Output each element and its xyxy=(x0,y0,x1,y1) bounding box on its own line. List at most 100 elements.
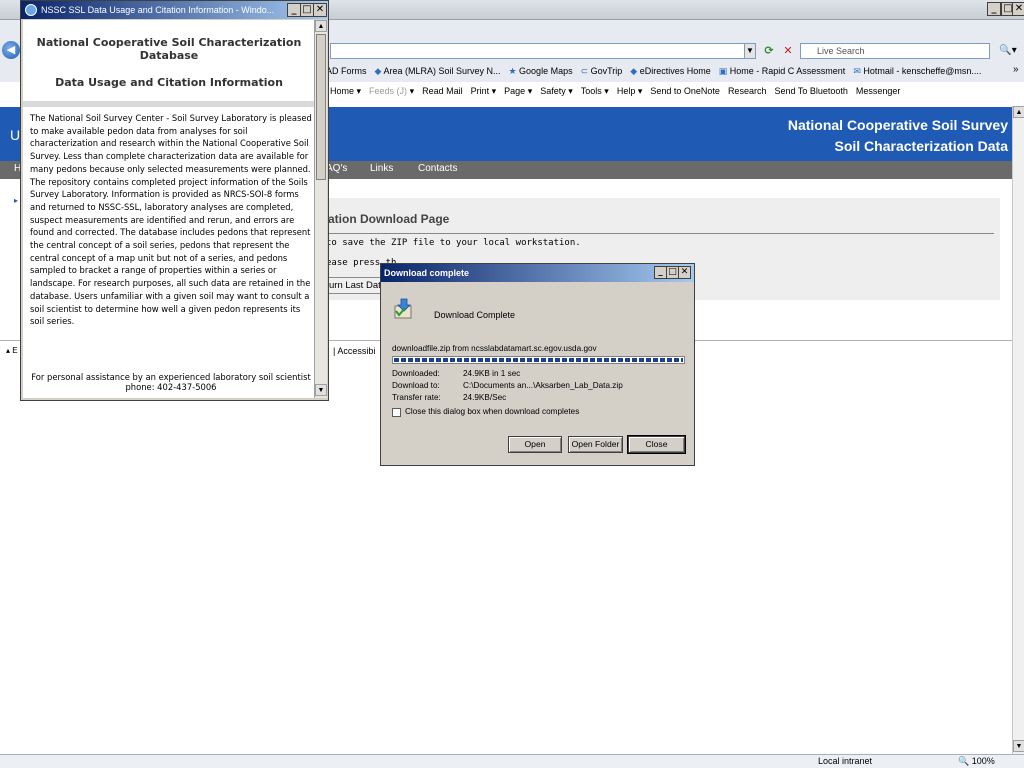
chevron-down-icon: ▾ xyxy=(489,86,497,96)
address-dropdown-button[interactable]: ▼ xyxy=(744,43,756,59)
refresh-button[interactable]: ⟳ xyxy=(761,43,777,59)
command-button-label: Send To Bluetooth xyxy=(774,86,848,96)
back-button[interactable]: ◀ xyxy=(2,41,20,59)
favorite-link-label: Home - Rapid C Assessment xyxy=(729,66,846,76)
favorite-link-label: Area (MLRA) Soil Survey N... xyxy=(383,66,501,76)
command-button[interactable]: Tools ▾ xyxy=(581,86,609,96)
chevron-down-icon: ▾ xyxy=(601,86,609,96)
command-button-label: Safety xyxy=(540,86,566,96)
command-button[interactable]: Research xyxy=(728,86,767,96)
download-source-text: downloadfile.zip from ncsslabdatamart.sc… xyxy=(392,344,597,353)
heading-divider xyxy=(324,233,994,234)
nav-item-faqs[interactable]: AQ's xyxy=(326,163,347,174)
security-zone: Local intranet xyxy=(818,756,873,766)
close-dialog-button[interactable]: Close xyxy=(627,435,686,454)
site-title-line2: Soil Characterization Data xyxy=(834,138,1009,154)
citation-minimize-button[interactable]: _ xyxy=(287,3,301,17)
favorites-overflow-chevron[interactable]: » xyxy=(1013,64,1019,75)
command-button-label: Help xyxy=(616,86,636,96)
citation-content: National Cooperative Soil Characterizati… xyxy=(23,20,315,398)
downloaded-value: 24.9KB in 1 sec xyxy=(463,369,521,378)
search-input[interactable]: Live Search xyxy=(800,43,990,59)
download-progress-fill xyxy=(394,358,683,362)
close-on-complete-checkbox[interactable] xyxy=(392,408,401,417)
command-button[interactable]: Safety ▾ xyxy=(540,86,573,96)
favorite-link[interactable]: ◆ eDirectives Home xyxy=(630,66,710,76)
favorite-link[interactable]: ★ Google Maps xyxy=(508,66,572,76)
command-button[interactable]: Read Mail xyxy=(422,86,463,96)
nav-item-links[interactable]: Links xyxy=(370,163,393,174)
download-complete-icon xyxy=(394,298,412,319)
favorite-link-label: Hotmail - kenscheffe@msn.... xyxy=(863,66,982,76)
open-button[interactable]: Open xyxy=(508,436,562,453)
download-status-heading: Download Complete xyxy=(434,310,516,320)
command-button[interactable]: Home ▾ xyxy=(330,86,361,96)
citation-scroll-down-arrow[interactable]: ▼ xyxy=(315,384,327,396)
citation-heading: National Cooperative Soil Characterizati… xyxy=(36,36,302,62)
chevron-down-icon: ▾ xyxy=(525,86,533,96)
command-button-label: Feeds (J) xyxy=(369,86,408,96)
page-heading: ation Download Page xyxy=(328,212,450,226)
downloaded-label: Downloaded: xyxy=(392,369,440,378)
command-button-label: Home xyxy=(330,86,355,96)
command-button[interactable]: Send to OneNote xyxy=(650,86,720,96)
command-button[interactable]: Print ▾ xyxy=(471,86,497,96)
search-go-button[interactable]: 🔍▾ xyxy=(996,43,1020,59)
command-button[interactable]: Help ▾ xyxy=(617,86,643,96)
ie-icon xyxy=(25,4,37,16)
site-title-line1: National Cooperative Soil Survey xyxy=(787,117,1008,133)
footer-left-text: ▴ E xyxy=(6,346,18,355)
header-left-text: U xyxy=(10,127,21,143)
footer-left-label: E xyxy=(12,346,18,355)
sidebar-bullet-icon: ▸ xyxy=(14,196,19,205)
command-button-label: Research xyxy=(727,86,767,96)
favorite-link[interactable]: AD Forms xyxy=(326,66,367,76)
citation-window-title-bar: NSSC SSL Data Usage and Citation Informa… xyxy=(21,1,328,19)
favorite-link[interactable]: ◆ Area (MLRA) Soil Survey N... xyxy=(375,66,501,76)
favorite-link-label: GovTrip xyxy=(590,66,623,76)
return-last-data-button[interactable]: urn Last Dat xyxy=(324,277,386,294)
favorite-link-icon: ◆ xyxy=(630,66,640,76)
favorite-link[interactable]: ✉ Hotmail - kenscheffe@msn.... xyxy=(853,66,981,76)
chevron-down-icon: ▾ xyxy=(565,86,573,96)
chevron-down-icon: ▾ xyxy=(354,86,362,96)
stop-button[interactable]: ✕ xyxy=(780,43,796,59)
scroll-down-arrow[interactable]: ▼ xyxy=(1013,740,1024,752)
command-button[interactable]: Page ▾ xyxy=(504,86,532,96)
favorite-link-label: AD Forms xyxy=(326,66,367,76)
citation-scroll-up-arrow[interactable]: ▲ xyxy=(315,20,327,32)
scroll-up-arrow[interactable]: ▲ xyxy=(1013,106,1024,118)
command-button[interactable]: Messenger xyxy=(856,86,901,96)
zoom-level[interactable]: 🔍 100% xyxy=(958,756,995,767)
command-button-label: Print xyxy=(470,86,490,96)
command-button-label: Messenger xyxy=(855,86,901,96)
citation-close-button[interactable]: ✕ xyxy=(313,3,327,17)
citation-scrollbar[interactable]: ▲ ▼ xyxy=(314,20,327,398)
footer-accessibility-link[interactable]: | Accessibi xyxy=(333,346,375,356)
page-scrollbar[interactable]: ▲ ▼ xyxy=(1012,106,1024,754)
nav-item-contacts[interactable]: Contacts xyxy=(418,163,457,174)
chevron-down-icon: ▾ xyxy=(635,86,643,96)
favorite-link[interactable]: ▣ Home - Rapid C Assessment xyxy=(719,66,846,76)
close-button[interactable]: ✕ xyxy=(1012,2,1024,16)
download-complete-dialog: Download complete _ □ ✕ Download Complet… xyxy=(380,263,695,466)
site-title: National Cooperative Soil Survey Soil Ch… xyxy=(788,115,1008,157)
close-on-complete-label[interactable]: Close this dialog box when download comp… xyxy=(405,407,579,416)
citation-scroll-thumb[interactable] xyxy=(316,34,326,180)
command-button[interactable]: Send To Bluetooth xyxy=(774,86,847,96)
address-bar[interactable] xyxy=(330,43,756,59)
zoom-level-value: 100% xyxy=(971,756,995,766)
command-button[interactable]: Feeds (J) ▾ xyxy=(369,86,414,96)
instruction-text: to save the ZIP file to your local works… xyxy=(326,238,581,248)
command-button-label: Send to OneNote xyxy=(650,86,720,96)
citation-maximize-button[interactable]: □ xyxy=(300,3,314,17)
dialog-close-button[interactable]: ✕ xyxy=(678,266,691,279)
download-to-value: C:\Documents an...\Aksarben_Lab_Data.zip xyxy=(463,381,623,390)
open-folder-button[interactable]: Open Folder xyxy=(568,436,623,453)
favorite-link-icon: ✉ xyxy=(853,66,864,76)
minimize-button[interactable]: _ xyxy=(987,2,1001,16)
command-button-label: Tools xyxy=(580,86,602,96)
favorite-link-icon: ⊂ xyxy=(580,66,591,76)
citation-paragraph: The National Soil Survey Center - Soil S… xyxy=(30,113,312,327)
favorite-link[interactable]: ⊂ GovTrip xyxy=(581,66,623,76)
